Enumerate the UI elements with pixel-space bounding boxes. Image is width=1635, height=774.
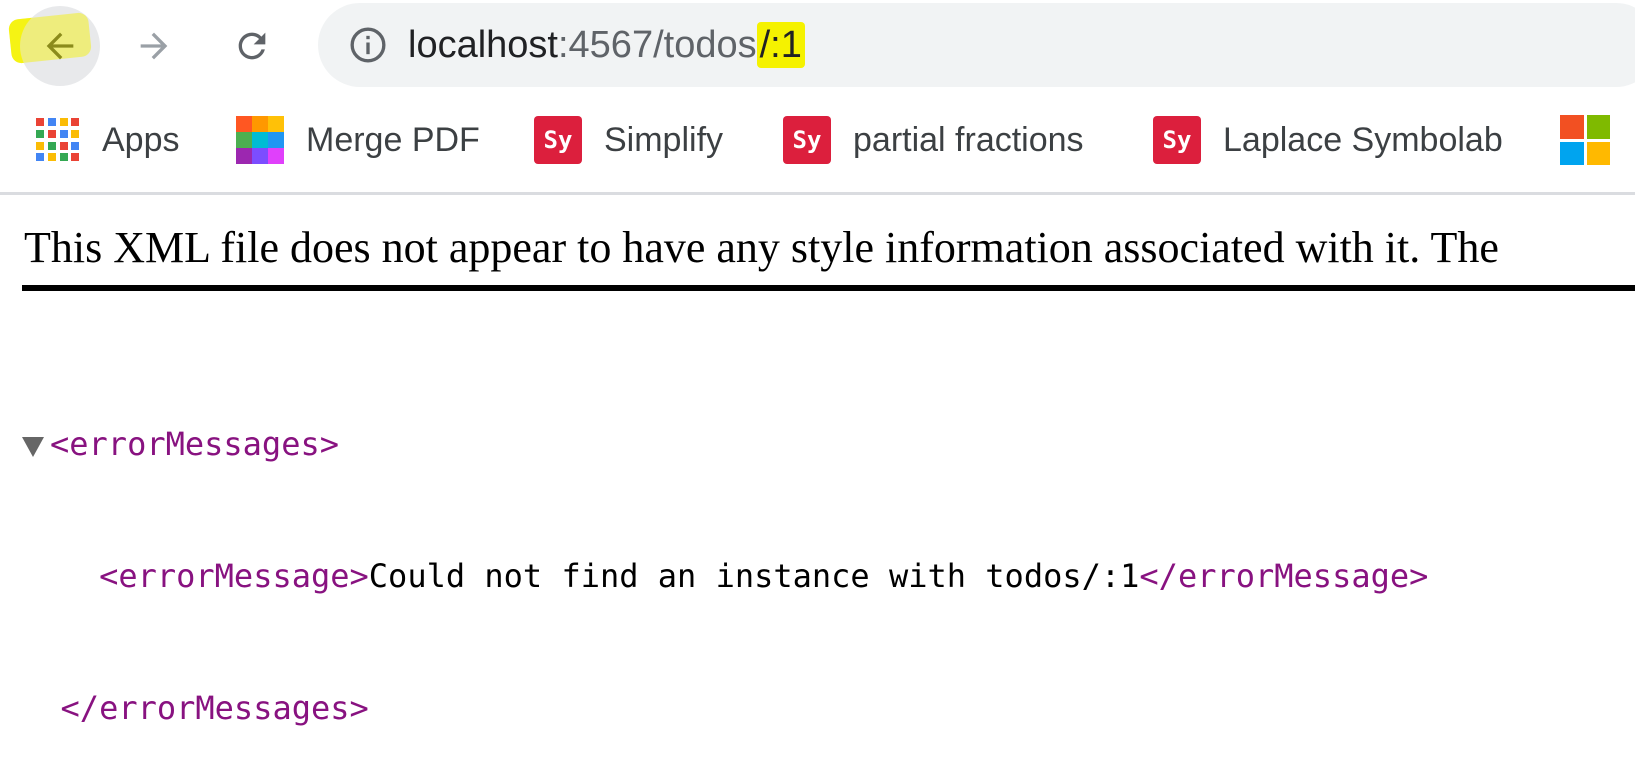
url-highlighted-segment: /:1 [756,22,805,68]
apps-grid-icon [36,118,80,162]
url-path: :4567/todos [557,24,757,66]
bookmark-label: Simplify [604,120,724,159]
bookmark-laplace-symbolab[interactable]: Sy Laplace Symbolab [1153,114,1503,166]
xml-style-notice: This XML file does not appear to have an… [24,223,1499,272]
xml-root-open-line: <errorMessages> [22,422,1428,466]
forward-button[interactable] [114,6,194,86]
xml-text: Could not find an instance with todos/:1 [368,557,1140,595]
bookmark-apps[interactable]: Apps [36,114,180,166]
symbolab-icon: Sy [783,116,831,164]
bookmark-label: Merge PDF [306,120,480,159]
bookmark-label: partial fractions [853,120,1084,159]
bookmark-label: Apps [102,120,180,159]
notice-divider [22,285,1635,291]
bookmark-merge-pdf[interactable]: Merge PDF [236,114,480,166]
microsoft-icon [1560,115,1610,165]
bookmarks-bar: Apps Merge PDF Sy Simplify Sy partial fr… [0,92,1635,195]
highlight-mark-overlay [7,11,93,65]
xml-tag: </errorMessages> [60,689,369,727]
address-bar[interactable]: localhost:4567/todos/:1 [318,3,1635,87]
bookmark-microsoft[interactable] [1560,114,1610,166]
url-text[interactable]: localhost:4567/todos/:1 [408,21,805,69]
collapse-triangle-icon[interactable] [22,437,44,457]
xml-tag: </errorMessage> [1139,557,1429,595]
url-host: localhost [408,24,558,66]
bookmark-label: Laplace Symbolab [1223,120,1503,159]
xml-tag: <errorMessage> [99,557,369,595]
bookmark-partial-fractions[interactable]: Sy partial fractions [783,114,1084,166]
symbolab-icon: Sy [534,116,582,164]
reload-button[interactable] [212,6,292,86]
symbolab-icon: Sy [1153,116,1201,164]
browser-toolbar: localhost:4567/todos/:1 [0,0,1635,92]
info-circle-icon[interactable] [348,25,388,65]
xml-root-close-line: </errorMessages> [22,686,1428,730]
arrow-right-icon [140,32,168,60]
xml-tree: <errorMessages> <errorMessage>Could not … [22,334,1428,774]
xml-child-line: <errorMessage>Could not find an instance… [22,554,1428,598]
merge-pdf-icon [236,116,284,164]
reload-icon [238,32,266,60]
xml-tag: <errorMessages> [50,425,339,463]
bookmark-simplify[interactable]: Sy Simplify [534,114,723,166]
